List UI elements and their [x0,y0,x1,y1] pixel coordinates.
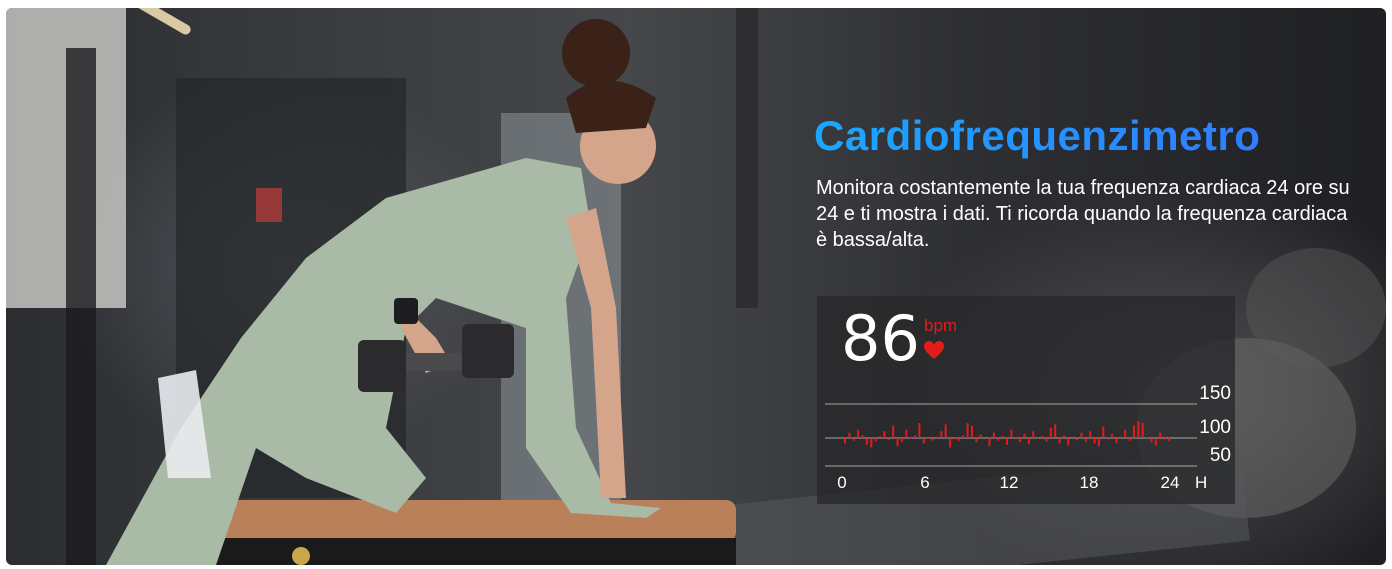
y-tick-label: 100 [1199,417,1231,438]
feature-description: Monitora costantemente la tua frequenza … [816,177,1350,251]
heart-rate-panel: 86 bpm 150 100 50 0 6 12 18 24 H [817,296,1235,504]
y-tick-label: 50 [1210,445,1231,466]
x-axis-unit: H [1195,473,1207,492]
y-tick-label: 150 [1199,383,1231,404]
x-tick-label: 24 [1161,473,1180,492]
x-tick-label: 6 [920,473,929,492]
hero-banner: Cardiofrequenzimetro Monitora costanteme… [6,8,1386,565]
x-tick-label: 18 [1080,473,1099,492]
page-title: Cardiofrequenzimetro [814,112,1261,159]
x-tick-label: 12 [1000,473,1019,492]
heart-rate-chart: 150 100 50 0 6 12 18 24 H [825,383,1231,492]
x-tick-label: 0 [837,473,846,492]
